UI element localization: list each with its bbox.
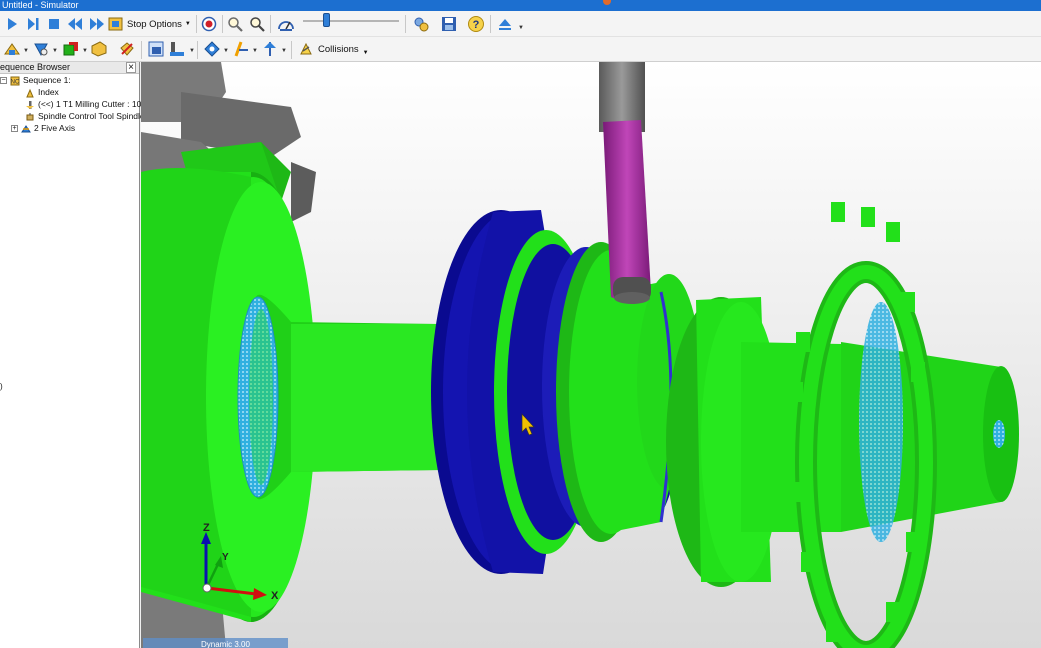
tool-change-icon bbox=[26, 100, 34, 109]
spindle-icon bbox=[26, 112, 34, 120]
show-stock-icon[interactable] bbox=[146, 39, 166, 59]
toolbar-divider bbox=[405, 15, 406, 33]
rotate-view-icon[interactable] bbox=[202, 39, 222, 59]
zoom-in-icon[interactable] bbox=[225, 14, 245, 34]
settings-icon[interactable] bbox=[411, 14, 431, 34]
z-axis-label: Z bbox=[203, 522, 210, 534]
y-axis-label: Y bbox=[222, 552, 229, 563]
fixture-view-icon[interactable] bbox=[89, 39, 109, 59]
rewind-icon[interactable] bbox=[65, 14, 85, 34]
tree-item-label: (<<) 1 T1 Milling Cutter : 10.0 bbox=[38, 99, 149, 109]
toolbar-divider bbox=[196, 15, 197, 33]
stop-options-dropdown[interactable]: Stop Options ▼ bbox=[108, 14, 194, 34]
expand-icon[interactable]: + bbox=[11, 125, 18, 132]
toolbar-divider bbox=[222, 15, 223, 33]
collapse-icon[interactable]: − bbox=[0, 77, 7, 84]
stop-options-label: Stop Options bbox=[127, 18, 182, 30]
tree-item-five-axis[interactable]: + 2 Five Axis bbox=[11, 123, 75, 134]
status-strip: Dynamic 3.00 bbox=[143, 638, 288, 648]
status-text: Dynamic 3.00 bbox=[201, 640, 250, 648]
origin-point bbox=[202, 583, 212, 593]
toolbar-divider bbox=[270, 15, 271, 33]
save-icon[interactable] bbox=[439, 14, 459, 34]
close-icon[interactable]: × bbox=[126, 62, 136, 73]
tree-item-index[interactable]: Index bbox=[25, 87, 59, 98]
tree-item-label: Spindle Control Tool Spindle ( bbox=[38, 111, 150, 121]
chevron-down-icon: ▼ bbox=[184, 21, 191, 27]
svg-text:?: ? bbox=[473, 19, 480, 31]
speed-slider-track bbox=[303, 20, 399, 22]
collisions-dropdown[interactable]: Collisions ▼ bbox=[298, 39, 376, 59]
stop-icon[interactable] bbox=[44, 14, 64, 34]
fast-forward-icon[interactable] bbox=[87, 14, 107, 34]
sequence-browser-header: equence Browser × bbox=[0, 62, 139, 74]
help-icon[interactable]: ? bbox=[466, 14, 486, 34]
simulation-toolbar-right: ? ▼ bbox=[405, 11, 545, 37]
view-toolbar: ▼ ▼ ▼ ▼ ▼ ▼ ▼ Collisions ▼ bbox=[0, 37, 1041, 62]
five-axis-icon bbox=[21, 124, 31, 132]
panel-edge-marker: ) bbox=[0, 382, 3, 391]
index-icon bbox=[26, 88, 34, 97]
tree-item-spindle-control[interactable]: Spindle Control Tool Spindle ( bbox=[25, 111, 150, 122]
viewport-canvas: Z Y X Dynamic 3.00 bbox=[141, 62, 1041, 648]
chevron-down-icon[interactable]: ▼ bbox=[281, 48, 287, 54]
speed-slider-thumb[interactable] bbox=[322, 13, 330, 27]
chevron-down-icon[interactable]: ▼ bbox=[189, 48, 195, 54]
tree-item-milling-cutter[interactable]: (<<) 1 T1 Milling Cutter : 10.0 bbox=[25, 99, 148, 110]
chevron-down-icon[interactable]: ▼ bbox=[52, 48, 58, 54]
speed-slider[interactable] bbox=[303, 11, 399, 31]
toolpath-view-icon[interactable] bbox=[117, 39, 137, 59]
tree-item-label: Index bbox=[38, 87, 59, 97]
sequence-browser-title: equence Browser bbox=[0, 62, 71, 72]
window-title: Untitled - Simulator bbox=[2, 0, 79, 10]
zoom-out-icon[interactable] bbox=[247, 14, 267, 34]
record-icon[interactable] bbox=[199, 14, 219, 34]
measure-view-icon[interactable] bbox=[260, 39, 280, 59]
chevron-down-icon[interactable]: ▼ bbox=[518, 25, 524, 31]
tree-item-label: Sequence 1: bbox=[23, 75, 71, 85]
toolbar-divider bbox=[490, 15, 491, 33]
chevron-down-icon[interactable]: ▼ bbox=[223, 48, 229, 54]
show-tool-icon[interactable] bbox=[167, 39, 187, 59]
svg-text:NC: NC bbox=[11, 79, 20, 85]
axis-view-icon[interactable] bbox=[231, 39, 251, 59]
chevron-down-icon[interactable]: ▼ bbox=[82, 48, 88, 54]
speed-icon[interactable] bbox=[276, 14, 296, 34]
step-icon[interactable] bbox=[23, 14, 43, 34]
eject-icon[interactable] bbox=[495, 14, 515, 34]
collisions-label: Collisions bbox=[318, 43, 359, 55]
window-title-bar: Untitled - Simulator bbox=[0, 0, 1041, 11]
tool-view-icon[interactable] bbox=[31, 39, 51, 59]
collisions-icon bbox=[300, 42, 312, 55]
toolbar-divider bbox=[291, 41, 292, 59]
tree-item-sequence[interactable]: − NC Sequence 1: bbox=[0, 75, 71, 86]
play-icon[interactable] bbox=[2, 14, 22, 34]
sequence-browser-panel: equence Browser × − NC Sequence 1: Index… bbox=[0, 62, 150, 648]
app-orb-icon bbox=[603, 0, 611, 5]
x-axis-label: X bbox=[271, 590, 279, 602]
chevron-down-icon[interactable]: ▼ bbox=[23, 48, 29, 54]
machine-view-icon[interactable] bbox=[2, 39, 22, 59]
stop-options-icon bbox=[108, 17, 123, 31]
chevron-down-icon[interactable]: ▼ bbox=[252, 48, 258, 54]
tree-item-label: 2 Five Axis bbox=[34, 123, 76, 133]
toolbar-divider bbox=[197, 41, 198, 59]
chevron-down-icon: ▼ bbox=[362, 50, 369, 56]
sequence-icon: NC bbox=[10, 76, 20, 85]
toolbar-divider bbox=[141, 41, 142, 59]
simulation-viewport[interactable]: Z Y X Dynamic 3.00 bbox=[141, 62, 1041, 648]
stock-view-icon[interactable] bbox=[61, 39, 81, 59]
